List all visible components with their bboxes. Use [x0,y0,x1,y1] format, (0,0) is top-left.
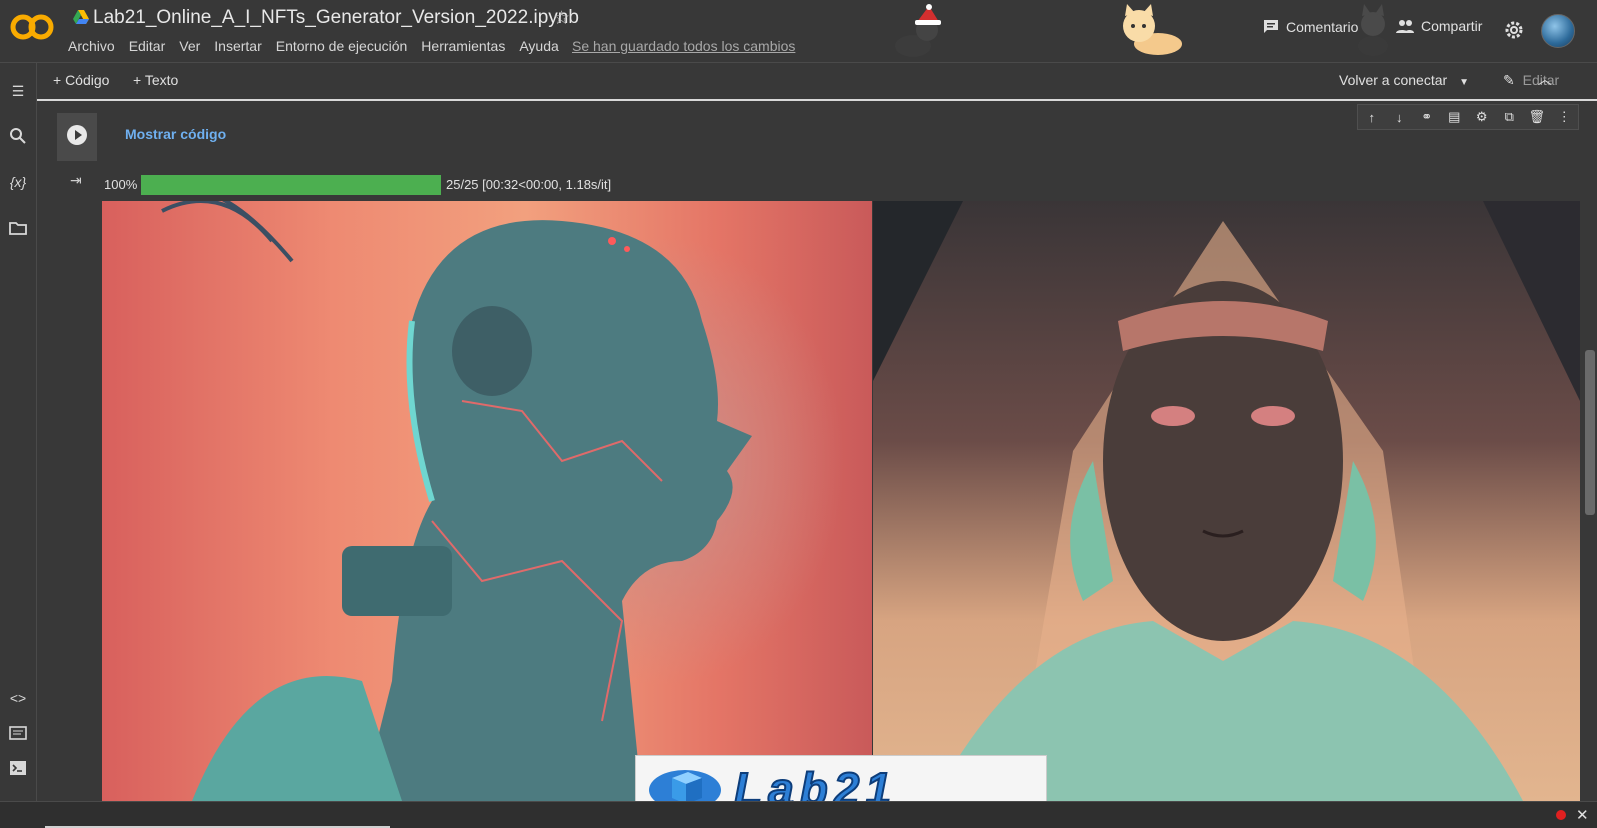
recording-indicator-icon [1556,810,1566,820]
settings-gear-icon[interactable] [1504,20,1524,40]
link-icon[interactable]: ⚭ [1417,109,1437,125]
menu-item-editar[interactable]: Editar [129,38,166,54]
robot-profile-illustration [161,201,752,801]
generated-image-left [102,201,872,801]
generated-image-right [873,201,1580,801]
progress-bar-fill [141,175,441,195]
progress-detail: 25/25 [00:32<00:00, 1.18s/it] [446,177,612,192]
close-icon[interactable]: ✕ [1576,806,1589,824]
menu-item-ayuda[interactable]: Ayuda [519,38,558,54]
output-icon[interactable]: ⇥ [70,172,82,189]
google-drive-icon[interactable] [73,10,89,24]
left-sidebar: ☰ {x} <> [0,63,37,801]
progress-percent: 100% [104,177,138,192]
share-button[interactable]: Compartir [1395,18,1482,34]
menu-item-archivo[interactable]: Archivo [68,38,115,54]
chevron-down-icon[interactable]: ▼ [1459,77,1469,88]
delete-icon[interactable]: 🗑 [1527,109,1547,125]
star-icon[interactable]: ☆ [553,7,570,30]
add-code-button[interactable]: + Código [53,72,109,88]
menu-item-herramientas[interactable]: Herramientas [421,38,505,54]
progress-bar [141,175,441,195]
dog-santa-hat-icon [895,4,941,57]
cyborg-face-illustration [873,201,1580,801]
reconnect-button[interactable]: Volver a conectar ▼ [1339,72,1469,88]
move-down-icon[interactable]: ↓ [1389,110,1409,125]
comment-label: Comentario [1286,19,1359,35]
run-cell-button[interactable] [57,113,97,161]
table-of-contents-icon[interactable]: ☰ [8,81,28,101]
comment-cell-icon[interactable]: ▤ [1444,109,1464,125]
folder-icon[interactable] [8,218,28,238]
command-palette-icon[interactable] [8,723,28,743]
play-icon [67,125,87,145]
menu-item-insertar[interactable]: Insertar [214,38,261,54]
reconnect-label: Volver a conectar [1339,72,1448,88]
cell-settings-icon[interactable]: ⚙ [1472,109,1492,125]
add-text-button[interactable]: + Texto [133,72,178,88]
vertical-scrollbar[interactable] [1585,350,1595,515]
show-code-link[interactable]: Mostrar código [125,126,226,142]
menu-item-entorno[interactable]: Entorno de ejecución [276,38,408,54]
notebook-title[interactable]: Lab21_Online_A_I_NFTs_Generator_Version_… [93,7,579,29]
bottom-status-bar: ✕ [0,801,1597,828]
variables-icon[interactable]: {x} [8,172,28,192]
move-up-icon[interactable]: ↑ [1362,110,1382,125]
pencil-icon: ✎ [1503,72,1515,88]
code-snippets-icon[interactable]: <> [8,688,28,708]
cell-toolbar: ↑ ↓ ⚭ ▤ ⚙ ⧉ 🗑 ⋮ [1357,104,1579,130]
menu-bar: Archivo Editar Ver Insertar Entorno de e… [68,38,559,54]
notebook-toolbar: + Código + Texto Volver a conectar ▼ ✎ E… [37,63,1597,101]
comment-button[interactable]: Comentario [1262,18,1358,36]
people-icon [1396,20,1414,33]
mirror-cell-icon[interactable]: ⧉ [1499,109,1519,125]
top-bar: Lab21_Online_A_I_NFTs_Generator_Version_… [0,0,1597,63]
saved-status-link[interactable]: Se han guardado todos los cambios [572,38,795,54]
collapse-chevron-up-icon[interactable]: ︿ [1538,69,1552,89]
search-icon[interactable] [8,126,28,146]
colab-logo[interactable] [10,12,54,42]
cat-icon [1123,4,1182,55]
more-options-icon[interactable]: ⋮ [1554,109,1574,125]
share-label: Compartir [1421,18,1483,34]
user-avatar[interactable] [1541,14,1575,48]
menu-item-ver[interactable]: Ver [179,38,200,54]
comment-icon [1264,20,1278,33]
terminal-icon[interactable] [8,758,28,778]
